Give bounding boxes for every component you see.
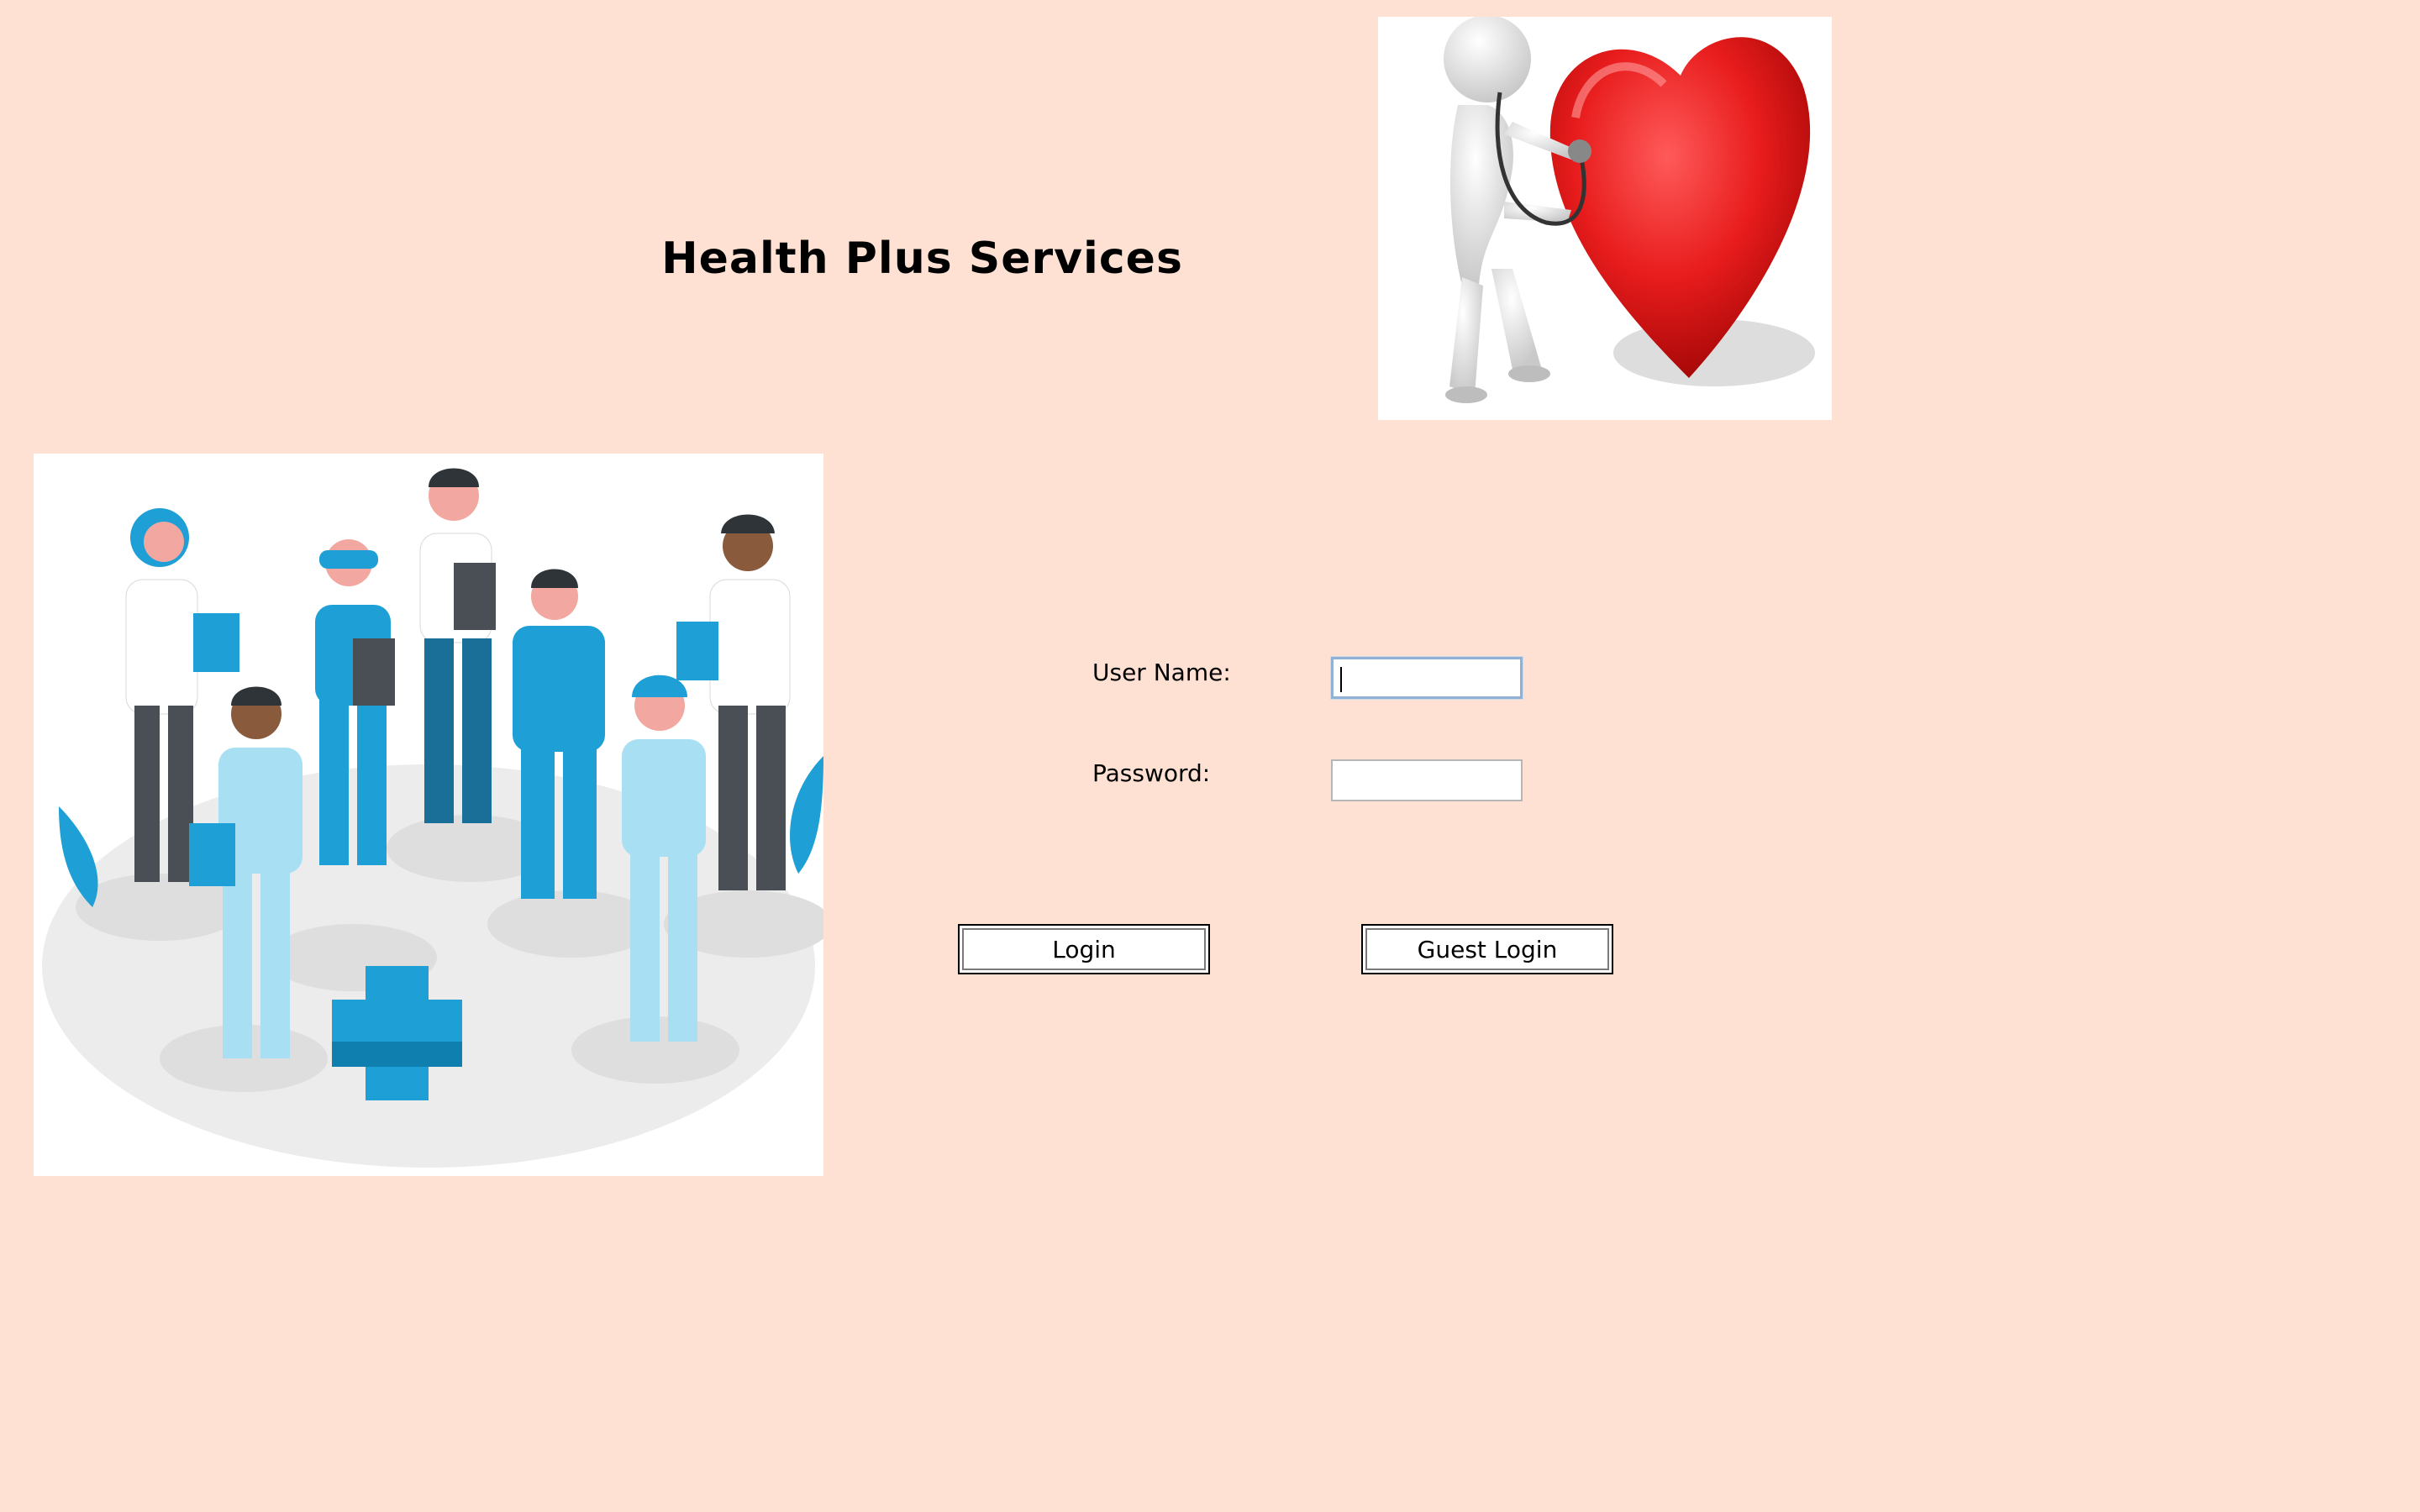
username-label: User Name:	[1092, 659, 1231, 686]
guest-login-button-label: Guest Login	[1365, 928, 1609, 970]
username-input[interactable]	[1331, 657, 1523, 699]
doctor-heart-illustration	[1378, 15, 1832, 420]
medical-team-illustration	[34, 454, 832, 1176]
password-input[interactable]	[1331, 759, 1523, 801]
login-button[interactable]: Login	[958, 924, 1210, 974]
guest-login-button[interactable]: Guest Login	[1361, 924, 1613, 974]
password-label: Password:	[1092, 759, 1211, 787]
text-caret	[1340, 667, 1342, 692]
login-button-label: Login	[962, 928, 1206, 970]
